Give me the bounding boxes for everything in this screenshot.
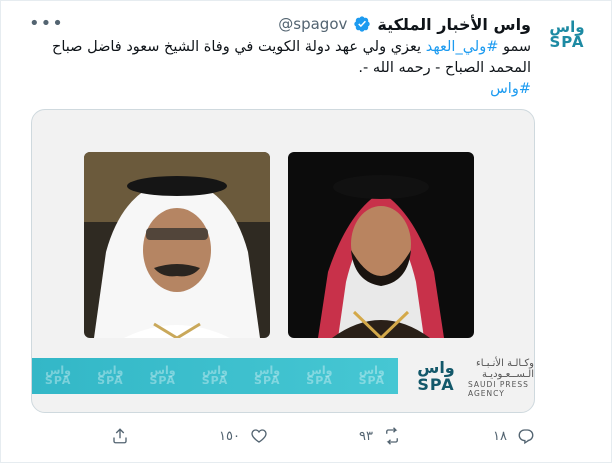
account-name[interactable]: واس الأخبار الملكية <box>377 15 531 34</box>
verified-badge-icon <box>353 15 371 33</box>
hashtag-crown-prince[interactable]: #ولي_العهد <box>426 39 499 55</box>
tweet-text-prefix: سمو <box>498 39 531 55</box>
portrait-photo-right <box>288 152 474 338</box>
like-button[interactable]: ١٥٠ <box>219 427 268 445</box>
banner-pattern: واس SPA <box>149 364 176 387</box>
agency-name: وكـالـة الأنـبـاء الـســعـوديـة SAUDI PR… <box>468 358 534 398</box>
hashtag-was[interactable]: #واس <box>490 81 531 97</box>
spa-logo-bottom: SPA <box>417 375 455 394</box>
agency-name-ar-1: وكـالـة الأنـبـاء <box>476 358 534 369</box>
banner-pattern: واس SPA <box>358 364 386 387</box>
tweet-actions: ١٨ ٩٣ ١٥٠ <box>1 425 612 449</box>
tweet-media-image[interactable]: واس SPA واس SPA واس SPA واس SPA واس SPA … <box>31 109 535 413</box>
reply-count: ١٨ <box>493 428 507 444</box>
spa-logo: واس SPA <box>408 356 464 396</box>
tweet-header: واس الأخبار الملكية @spagov <box>278 13 531 35</box>
avatar[interactable]: واس SPA <box>543 11 591 59</box>
heart-icon <box>251 429 267 443</box>
account-handle[interactable]: @spagov <box>278 15 347 33</box>
reply-button[interactable]: ١٨ <box>493 427 535 445</box>
reply-icon <box>518 429 534 445</box>
banner-pattern: واس SPA <box>254 364 281 387</box>
banner-pattern: واس SPA <box>97 364 124 387</box>
tweet-text: سمو #ولي_العهد يعزي ولي عهد دولة الكويت … <box>31 37 531 100</box>
spa-logo-top: واس <box>417 358 455 377</box>
banner-pattern: واس SPA <box>306 364 333 387</box>
banner-pattern: واس SPA <box>44 364 72 387</box>
agency-name-en-1: SAUDI PRESS <box>468 380 529 389</box>
retweet-button[interactable]: ٩٣ <box>359 427 401 445</box>
more-icon[interactable]: ••• <box>29 13 64 34</box>
portrait-photo-left <box>84 152 270 338</box>
avatar-logo-bottom: SPA <box>549 33 585 51</box>
agency-name-ar-2: الـســعـوديـة <box>482 369 534 380</box>
retweet-count: ٩٣ <box>359 428 373 444</box>
agency-name-en-2: AGENCY <box>468 389 505 398</box>
like-count: ١٥٠ <box>219 428 240 444</box>
spa-banner: واس SPA واس SPA واس SPA واس SPA واس SPA … <box>32 358 398 394</box>
tweet-card[interactable]: واس SPA واس الأخبار الملكية @spagov ••• … <box>0 0 612 463</box>
banner-pattern: واس SPA <box>201 364 229 387</box>
share-icon <box>113 428 127 444</box>
retweet-icon <box>386 427 398 445</box>
share-button[interactable] <box>111 427 129 445</box>
